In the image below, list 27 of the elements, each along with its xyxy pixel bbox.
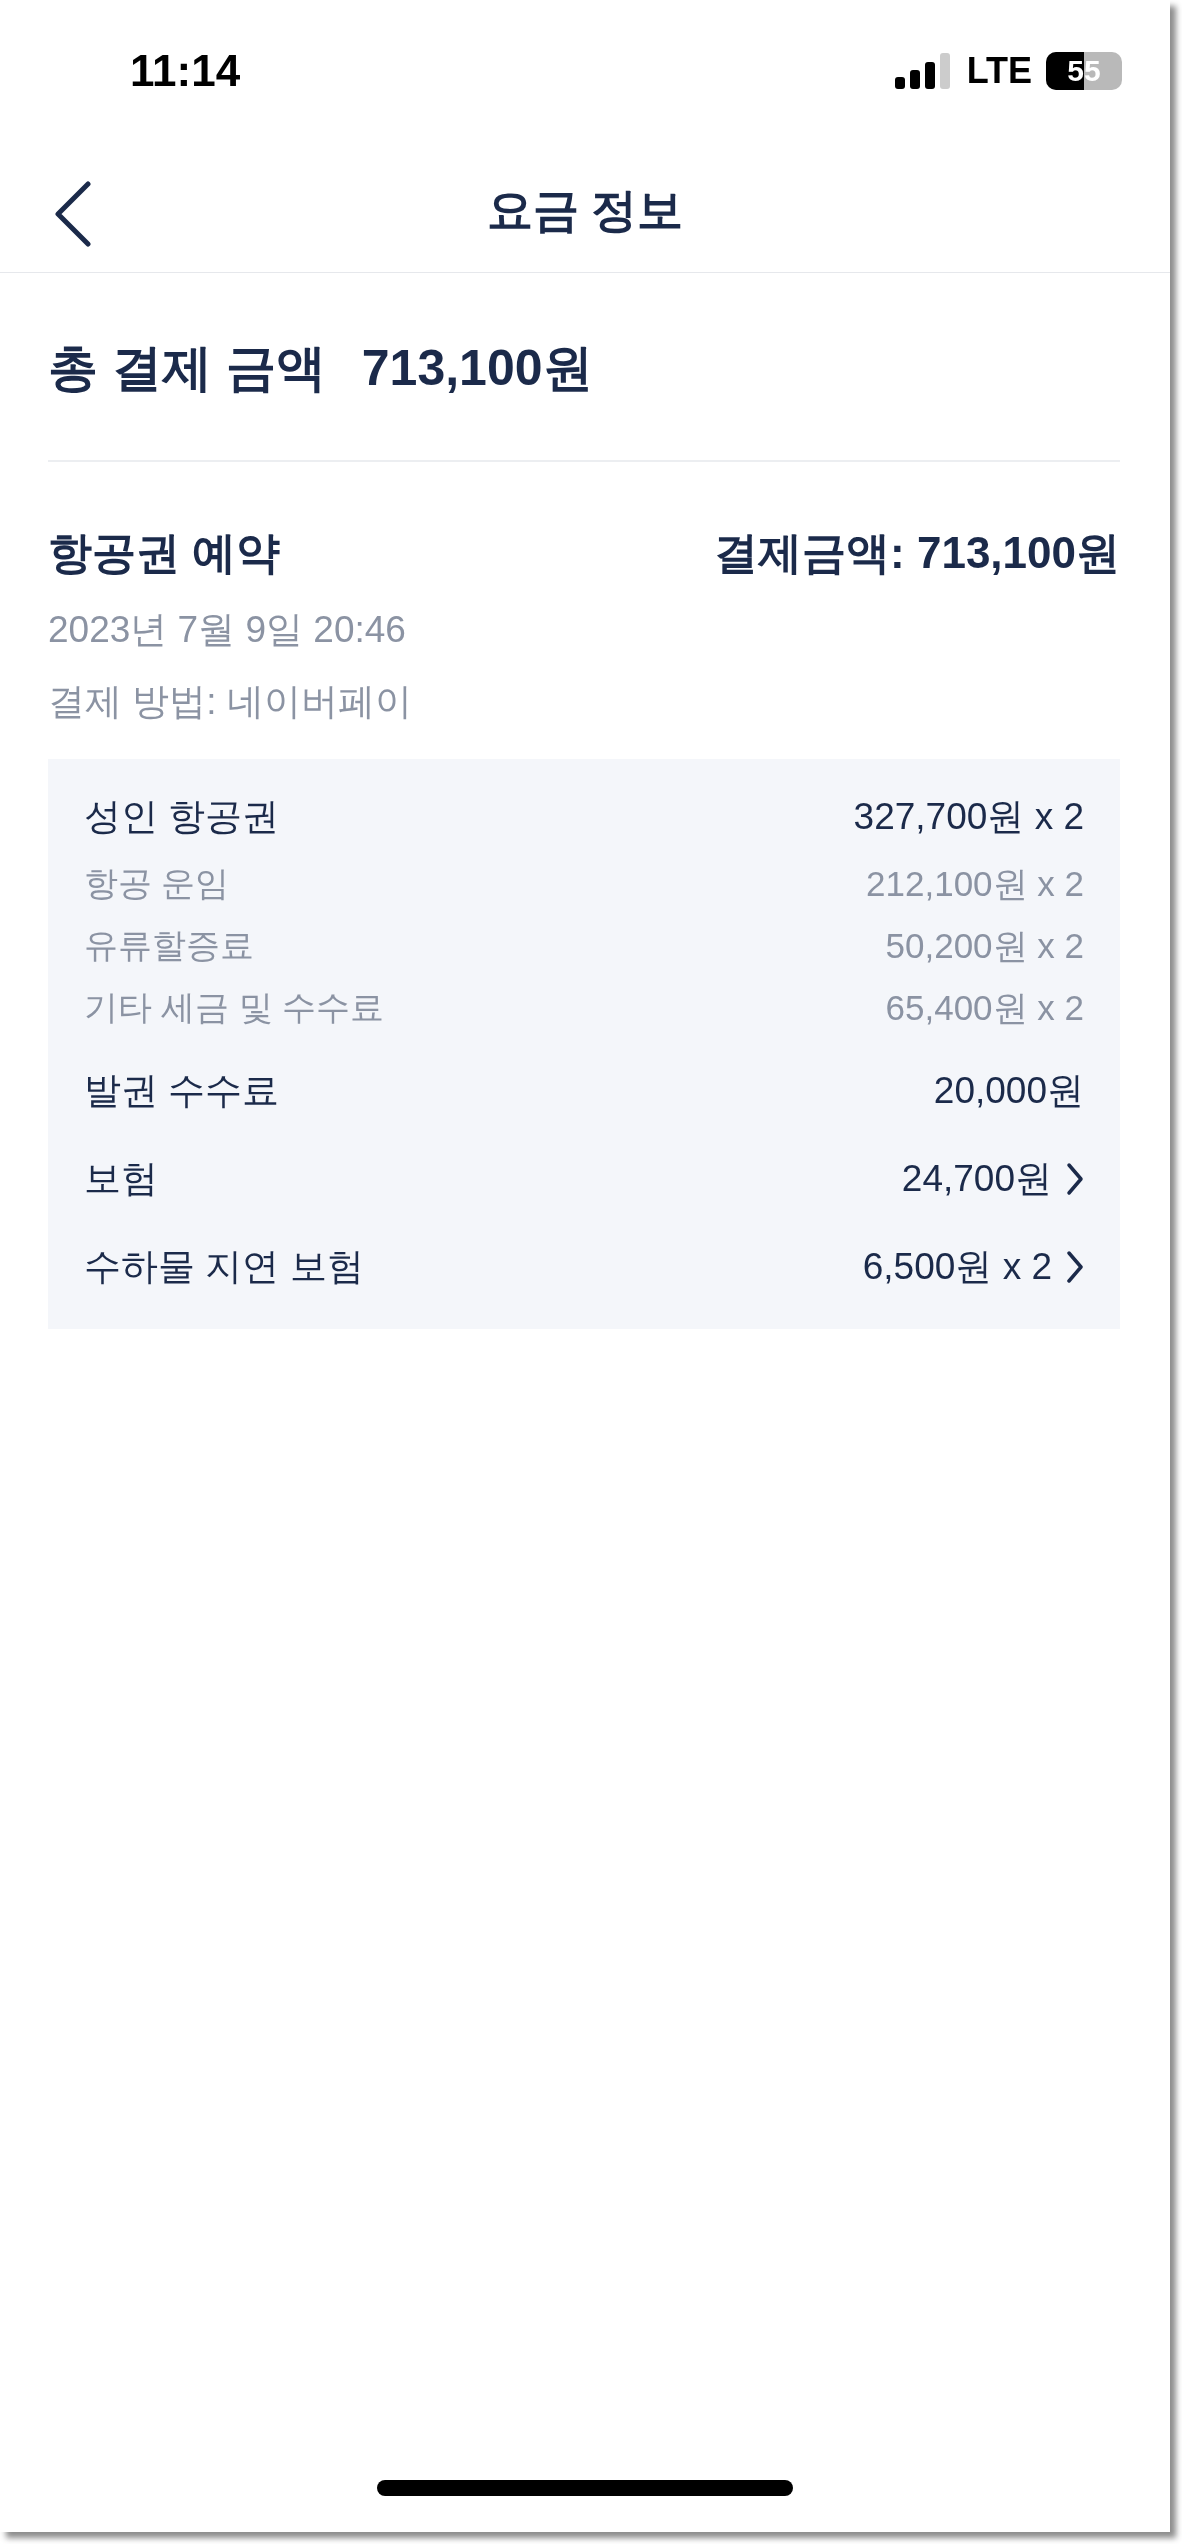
fare-value: 212,100원 x 2 (866, 862, 1084, 905)
total-amount: 713,100원 (361, 339, 593, 398)
fare-value: 65,400원 x 2 (885, 986, 1084, 1029)
fare-label: 발권 수수료 (84, 1069, 280, 1113)
network-label: LTE (966, 50, 1032, 92)
fare-label: 기타 세금 및 수수료 (84, 987, 385, 1028)
fare-value: 327,700원 x 2 (853, 795, 1084, 839)
booking-title: 항공권 예약 (48, 527, 281, 579)
status-time: 11:14 (130, 46, 241, 96)
fare-value: 6,500원 x 2 (862, 1245, 1052, 1289)
total-label: 총 결제 금액 (48, 339, 326, 398)
fare-label: 보험 (84, 1157, 158, 1201)
fare-label: 유류할증료 (84, 925, 254, 966)
signal-icon (894, 53, 953, 89)
booking-date: 2023년 7월 9일 20:46 (48, 608, 407, 652)
chevron-right-icon[interactable] (1066, 1162, 1084, 1196)
page-title: 요금 정보 (486, 183, 684, 238)
fare-value: 20,000원 (933, 1069, 1084, 1113)
fare-label: 항공 운임 (84, 863, 230, 904)
chevron-right-icon[interactable] (1066, 1250, 1084, 1284)
fare-label: 수하물 지연 보험 (84, 1245, 364, 1289)
fare-value: 50,200원 x 2 (885, 924, 1084, 967)
fare-value: 24,700원 (901, 1157, 1052, 1201)
payment-method: 결제 방법: 네이버페이 (48, 680, 413, 724)
fare-label: 성인 항공권 (84, 795, 280, 839)
battery-icon: 55 (1046, 52, 1122, 90)
payment-amount: 결제금액: 713,100원 (714, 527, 1120, 579)
